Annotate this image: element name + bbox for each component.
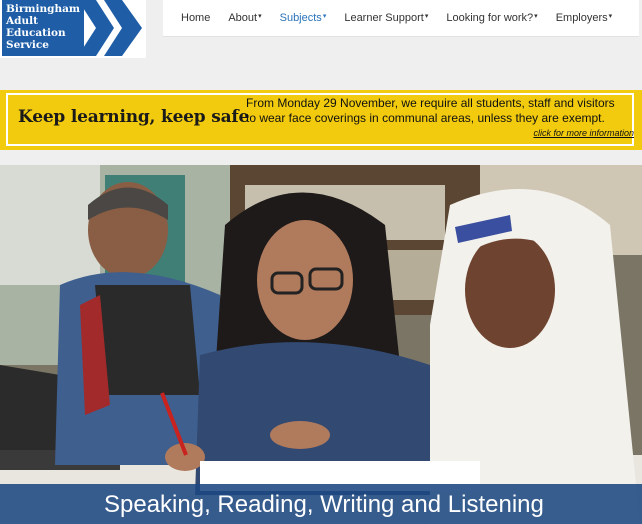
hero-caption-bar: Speaking, Reading, Writing and Listening — [0, 484, 642, 524]
logo-line: Birmingham — [6, 3, 81, 15]
site-logo[interactable]: Birmingham Adult Education Service — [0, 0, 146, 58]
nav-item-employers[interactable]: Employers▾ — [556, 12, 612, 24]
nav-label: Looking for work? — [446, 12, 534, 24]
classroom-photo — [0, 165, 642, 524]
nav-item-about[interactable]: About▾ — [228, 12, 261, 24]
hero-image: Speaking, Reading, Writing and Listening — [0, 165, 642, 524]
chevron-down-icon: ▾ — [608, 13, 613, 20]
nav-label: Employers — [555, 12, 608, 24]
nav-label: About — [228, 12, 258, 24]
nav-label: Subjects — [279, 12, 322, 24]
logo-line: Education — [6, 27, 66, 39]
more-information-link[interactable]: click for more information — [533, 128, 634, 138]
chevron-down-icon: ▾ — [534, 13, 538, 20]
main-navigation: Home About▾ Subjects▾ Learner Support▾ L… — [163, 0, 639, 37]
nav-item-subjects[interactable]: Subjects▾ — [280, 12, 327, 24]
nav-label: Learner Support — [344, 12, 424, 24]
chevron-down-icon: ▾ — [424, 13, 429, 20]
chevron-logo-icon — [78, 0, 142, 56]
hero-caption: Speaking, Reading, Writing and Listening — [104, 491, 544, 518]
announcement-banner[interactable]: Keep learning, keep safe From Monday 29 … — [0, 90, 642, 150]
nav-item-learner-support[interactable]: Learner Support▾ — [344, 12, 428, 24]
banner-message: From Monday 29 November, we require all … — [246, 96, 615, 125]
logo-line: Service — [6, 39, 49, 51]
banner-title: Keep learning, keep safe — [18, 107, 250, 127]
nav-label: Home — [181, 12, 211, 24]
logo-text: Birmingham Adult Education Service — [6, 3, 84, 51]
chevron-down-icon: ▾ — [322, 13, 327, 20]
nav-item-looking-for-work[interactable]: Looking for work?▾ — [446, 12, 537, 24]
nav-item-home[interactable]: Home — [181, 12, 210, 24]
chevron-down-icon: ▾ — [258, 13, 262, 20]
logo-line: Adult — [6, 15, 38, 27]
